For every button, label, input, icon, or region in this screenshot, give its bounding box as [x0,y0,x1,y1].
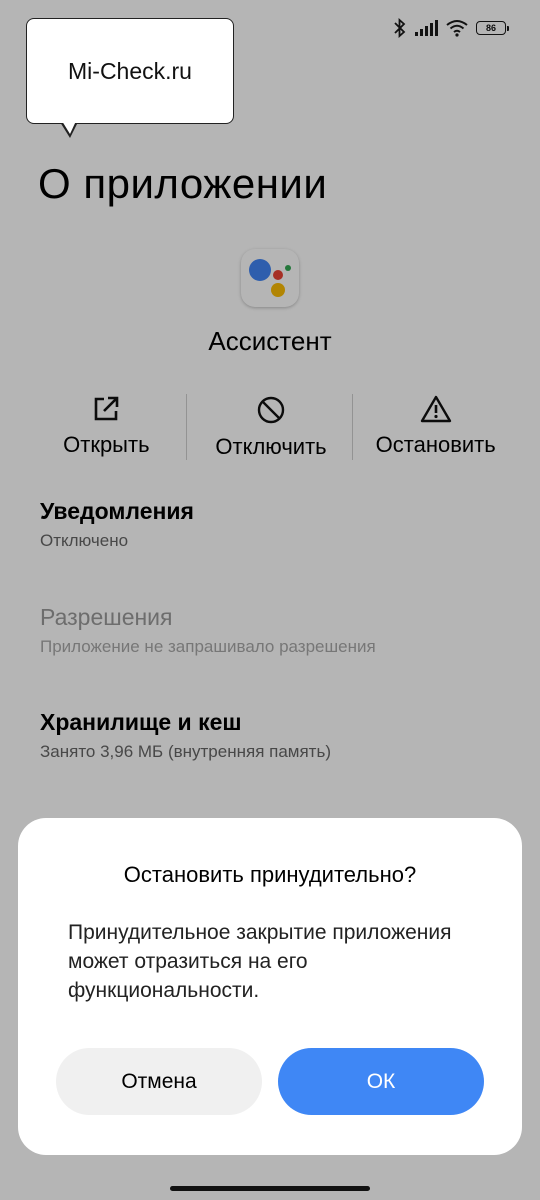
watermark-text: Mi-Check.ru [68,57,192,84]
cancel-button[interactable]: Отмена [56,1048,262,1115]
home-indicator[interactable] [170,1186,370,1191]
dialog-message: Принудительное закрытие приложения может… [68,921,452,1002]
force-stop-dialog: Остановить принудительно? Принудительное… [18,818,522,1155]
watermark-callout: Mi-Check.ru [26,18,234,124]
ok-button[interactable]: ОК [278,1048,484,1115]
watermark-callout-tail-fill [62,121,76,134]
dialog-title: Остановить принудительно? [123,862,417,887]
